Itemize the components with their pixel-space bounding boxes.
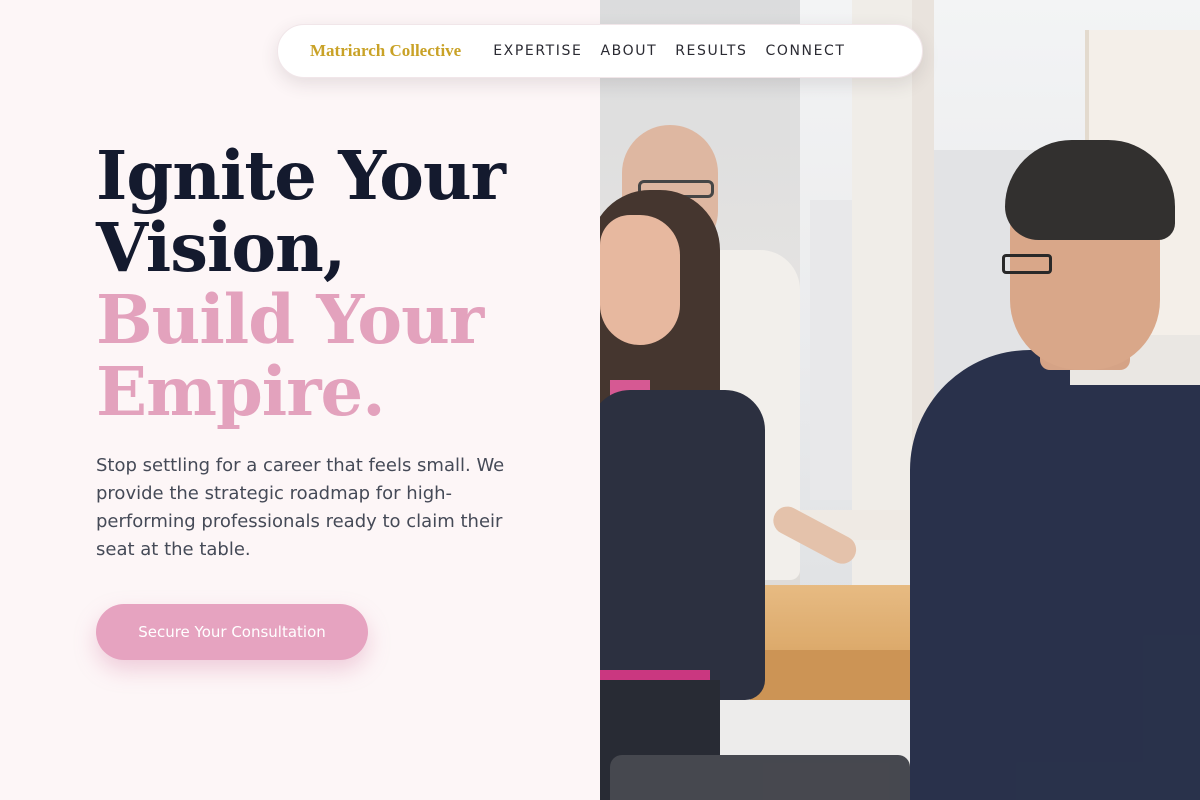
- brand-logo[interactable]: Matriarch Collective: [310, 41, 461, 61]
- secure-consultation-button[interactable]: Secure Your Consultation: [96, 604, 368, 660]
- headline-line-2: Vision,: [96, 208, 346, 287]
- headline-line-1: Ignite Your: [96, 136, 506, 215]
- nav-link-expertise[interactable]: EXPERTISE: [493, 43, 582, 59]
- hero-subtext: Stop settling for a career that feels sm…: [96, 455, 505, 560]
- nav-link-about[interactable]: ABOUT: [600, 43, 657, 59]
- hero-photo: [600, 0, 1200, 800]
- nav-link-results[interactable]: RESULTS: [675, 43, 747, 59]
- top-navigation: Matriarch Collective EXPERTISE ABOUT RES…: [277, 24, 923, 78]
- headline-line-3: Build Your: [96, 280, 484, 359]
- nav-links: EXPERTISE ABOUT RESULTS CONNECT: [475, 43, 845, 59]
- headline-line-4: Empire.: [96, 352, 386, 431]
- photo-overlay: [600, 0, 1200, 800]
- nav-link-connect[interactable]: CONNECT: [765, 43, 845, 59]
- hero-headline: Ignite Your Vision, Build Your Empire.: [96, 140, 576, 428]
